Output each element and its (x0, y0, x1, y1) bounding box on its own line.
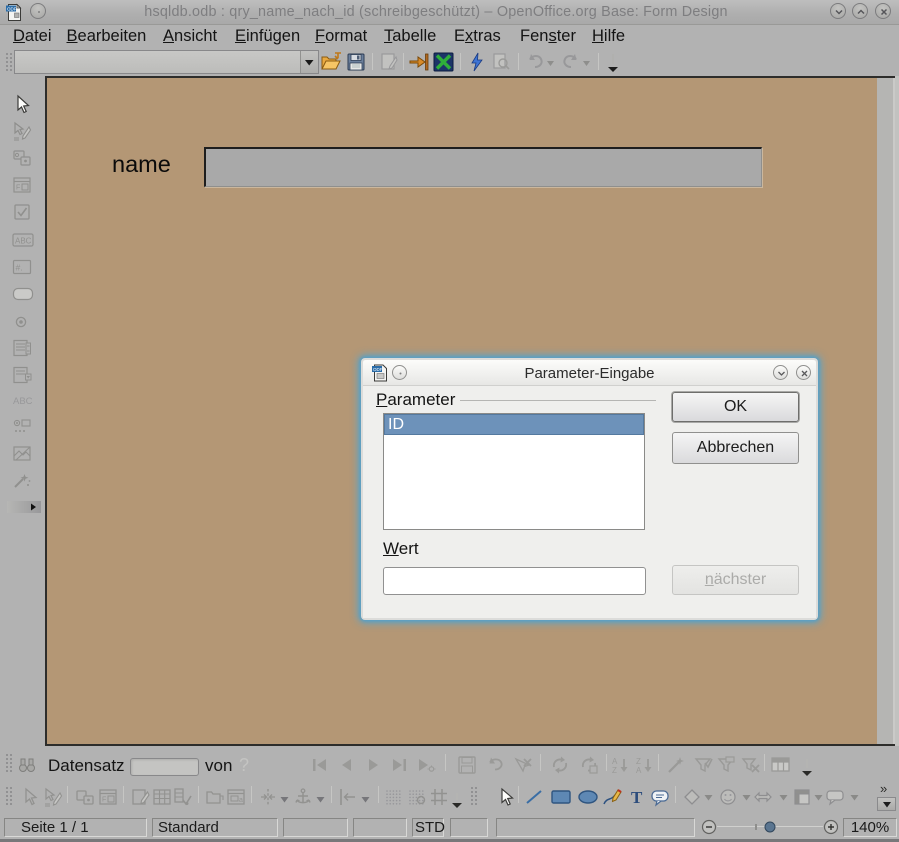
svg-text:A: A (612, 757, 618, 766)
svg-text:A: A (636, 766, 642, 775)
svg-text:#.: #. (16, 263, 23, 273)
svg-text:»: » (880, 782, 887, 796)
svg-text:Z: Z (612, 766, 617, 775)
svg-text:F: F (16, 185, 20, 192)
svg-text:ABC: ABC (13, 396, 33, 407)
svg-text:ABC: ABC (15, 237, 32, 246)
svg-text:T: T (631, 788, 643, 807)
svg-text:F: F (102, 797, 106, 804)
svg-text:Z: Z (636, 757, 641, 766)
svg-text:a: a (239, 797, 243, 804)
